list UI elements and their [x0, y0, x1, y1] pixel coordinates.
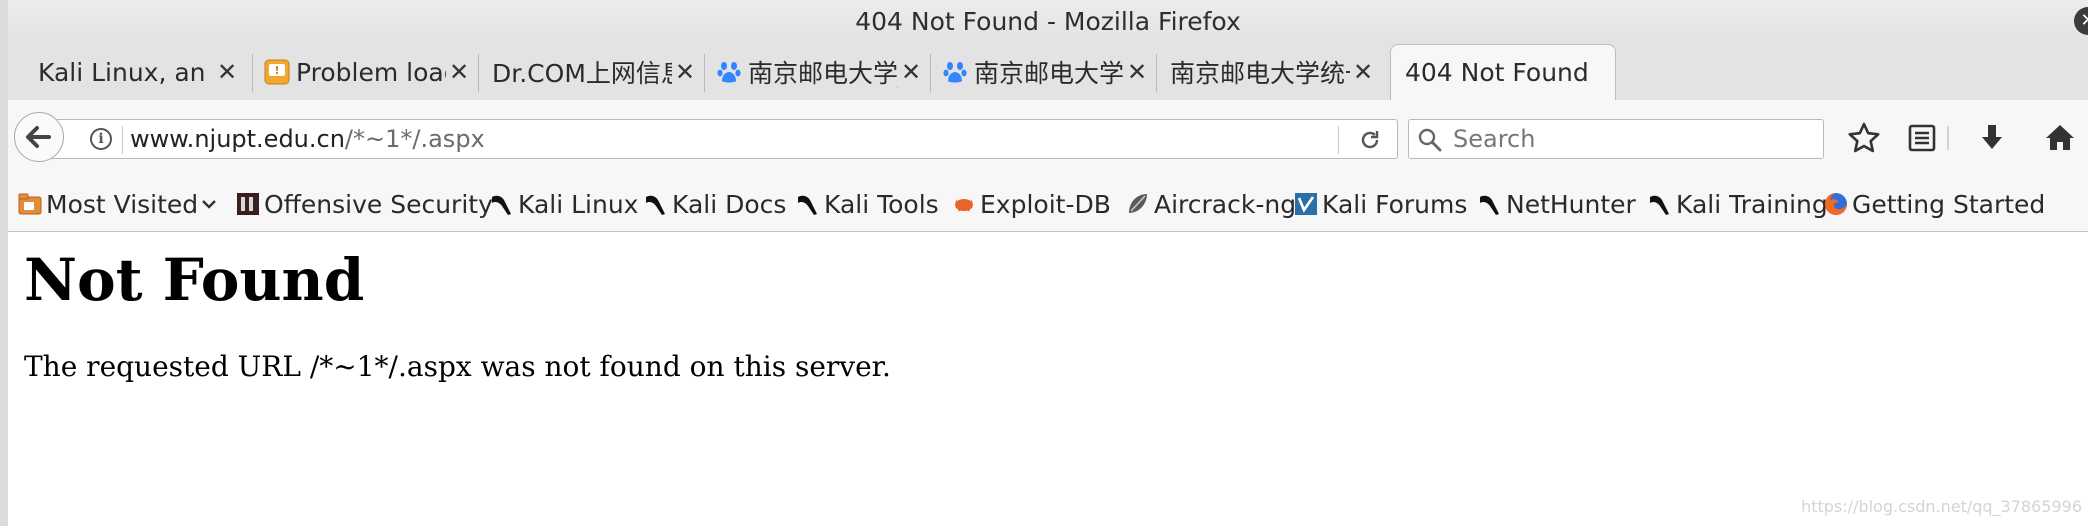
- url-bar[interactable]: i www.njupt.edu.cn/*~1*/.aspx: [38, 119, 1398, 159]
- bookmark-label: NetHunter: [1506, 189, 1636, 219]
- kali-dragon-icon: [796, 191, 820, 217]
- tab-drcom[interactable]: Dr.COM上网信息窗 ✕: [478, 46, 704, 98]
- tab-close-icon[interactable]: ✕: [446, 58, 472, 86]
- watermark: https://blog.csdn.net/qq_37865996: [1801, 497, 2082, 516]
- bookmark-kali-tools[interactable]: Kali Tools: [796, 186, 939, 222]
- tab-strip: Kali Linux, an Offe... ✕ ! Problem loadi…: [8, 42, 2088, 100]
- firefox-window: 404 Not Found - Mozilla Firefox ✕ Kali L…: [8, 0, 2088, 526]
- search-icon: [1417, 127, 1443, 153]
- search-bar[interactable]: Search: [1408, 119, 1824, 159]
- search-placeholder: Search: [1453, 125, 1536, 153]
- bookmark-label: Kali Linux: [518, 189, 639, 219]
- kali-dragon-icon: [490, 191, 514, 217]
- window-title: 404 Not Found - Mozilla Firefox: [855, 7, 1241, 36]
- firefox-icon: [1824, 191, 1848, 217]
- tab-label: Dr.COM上网信息窗: [492, 59, 672, 88]
- tab-separator: [252, 54, 253, 92]
- url-divider: [122, 126, 123, 154]
- chevron-down-icon: [200, 190, 218, 219]
- tab-close-icon[interactable]: ✕: [898, 58, 924, 86]
- folder-icon: [18, 191, 42, 217]
- url-text[interactable]: www.njupt.edu.cn/*~1*/.aspx: [130, 125, 485, 153]
- tab-separator: [930, 54, 931, 92]
- bookmark-kali-linux[interactable]: Kali Linux: [490, 186, 638, 222]
- bookmark-kali-training[interactable]: Kali Training: [1648, 186, 1828, 222]
- warning-icon: !: [264, 59, 290, 85]
- toolbar-separator: [1920, 120, 1956, 156]
- title-bar[interactable]: 404 Not Found - Mozilla Firefox ✕: [8, 0, 2088, 42]
- window-left-edge: [0, 0, 8, 526]
- exploitdb-icon: [952, 191, 976, 217]
- home-icon[interactable]: [2042, 120, 2078, 156]
- kali-dragon-icon: [1648, 191, 1672, 217]
- bookmark-label: Aircrack-ng: [1154, 189, 1297, 219]
- navigation-toolbar: i www.njupt.edu.cn/*~1*/.aspx Search: [8, 100, 2088, 178]
- back-button[interactable]: [14, 112, 64, 162]
- tab-label: Kali Linux, an Offe...: [38, 57, 214, 87]
- reload-divider: [1338, 126, 1339, 154]
- error-message: The requested URL /*~1*/.aspx was not fo…: [24, 350, 891, 383]
- baidu-paw-icon: [942, 59, 968, 85]
- tab-kali-linux[interactable]: Kali Linux, an Offe... ✕: [8, 46, 246, 98]
- bookmark-label: Offensive Security: [264, 189, 493, 219]
- back-arrow-icon: [26, 126, 51, 148]
- url-host: www.njupt.edu.cn: [130, 125, 345, 153]
- tab-separator: [704, 54, 705, 92]
- tab-label: 南京邮电大学...: [974, 59, 1124, 88]
- bookmark-offensive-security[interactable]: Offensive Security: [236, 186, 493, 222]
- bookmark-label: Exploit-DB: [980, 189, 1111, 219]
- bookmark-aircrack-ng[interactable]: Aircrack-ng: [1126, 186, 1296, 222]
- bookmark-label: Kali Tools: [824, 189, 939, 219]
- tab-label: 404 Not Found: [1405, 58, 1589, 87]
- offsec-icon: [236, 191, 260, 217]
- tab-separator: [1156, 54, 1157, 92]
- baidu-paw-icon: [716, 59, 742, 85]
- bookmark-kali-docs[interactable]: Kali Docs: [644, 186, 786, 222]
- forums-icon: [1294, 191, 1318, 217]
- aircrack-icon: [1126, 191, 1150, 217]
- bookmark-most-visited[interactable]: Most Visited: [18, 186, 218, 222]
- bookmark-label: Kali Training: [1676, 189, 1828, 219]
- bookmark-star-icon[interactable]: [1846, 120, 1882, 156]
- tab-njupt-3[interactable]: 南京邮电大学统一... ✕: [1156, 46, 1382, 98]
- bookmark-exploit-db[interactable]: Exploit-DB: [952, 186, 1111, 222]
- tab-label: Problem loadin...: [296, 57, 446, 87]
- bookmark-label: Getting Started: [1852, 189, 2046, 219]
- bookmark-label: Kali Forums: [1322, 189, 1468, 219]
- bookmark-kali-forums[interactable]: Kali Forums: [1294, 186, 1467, 222]
- url-path: /*~1*/.aspx: [344, 125, 485, 153]
- svg-text:!: !: [274, 64, 279, 77]
- tab-close-icon[interactable]: ✕: [672, 58, 698, 86]
- page-content: Not Found The requested URL /*~1*/.aspx …: [8, 232, 2088, 526]
- tab-label: 南京邮电大学_...: [748, 59, 898, 88]
- bookmarks-toolbar: Most Visited Offensive Security Kali Lin…: [8, 178, 2088, 232]
- bookmark-label: Most Visited: [46, 189, 199, 219]
- kali-dragon-icon: [1478, 191, 1502, 217]
- tab-problem-loading[interactable]: ! Problem loadin... ✕: [252, 46, 478, 98]
- reload-icon[interactable]: [1357, 127, 1383, 153]
- bookmark-nethunter[interactable]: NetHunter: [1478, 186, 1636, 222]
- tab-close-icon[interactable]: ✕: [1350, 58, 1376, 86]
- tab-njupt-2[interactable]: 南京邮电大学... ✕: [930, 46, 1156, 98]
- tab-404-not-found[interactable]: 404 Not Found: [1390, 44, 1616, 100]
- info-icon[interactable]: i: [90, 128, 112, 150]
- tab-label: 南京邮电大学统一...: [1170, 59, 1350, 88]
- tab-close-icon[interactable]: ✕: [1124, 58, 1150, 86]
- bookmark-getting-started[interactable]: Getting Started: [1824, 186, 2045, 222]
- bookmark-label: Kali Docs: [672, 189, 787, 219]
- download-icon[interactable]: [1974, 120, 2010, 156]
- kali-dragon-icon: [644, 191, 668, 217]
- tab-njupt-1[interactable]: 南京邮电大学_... ✕: [704, 46, 930, 98]
- tab-close-icon[interactable]: ✕: [214, 58, 240, 86]
- tab-separator: [478, 54, 479, 92]
- page-heading: Not Found: [24, 246, 365, 314]
